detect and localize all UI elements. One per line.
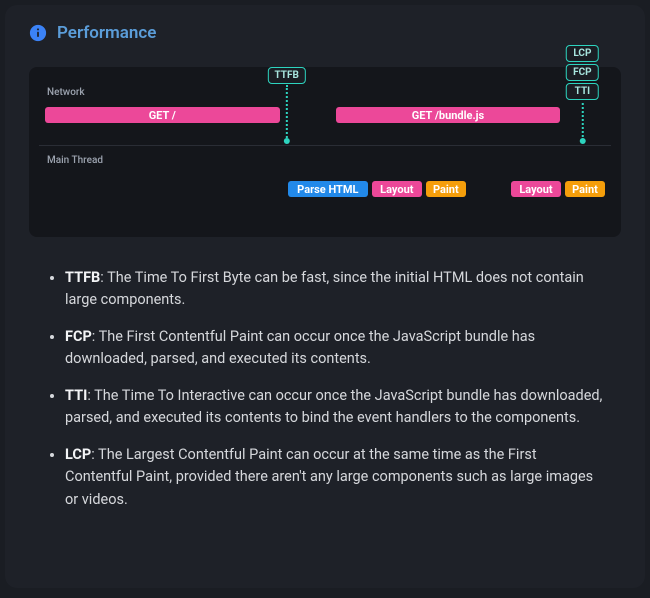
marker-stack: LCP FCP TTI bbox=[566, 45, 598, 102]
row-label-network: Network bbox=[47, 87, 85, 98]
marker-line bbox=[581, 103, 583, 141]
timeline-diagram: TTFB LCP FCP TTI Network GET / GET /bund… bbox=[29, 67, 621, 237]
bar-parse-html: Parse HTML bbox=[288, 181, 368, 197]
marker-label-lcp: LCP bbox=[566, 45, 598, 62]
bar-get-bundle: GET /bundle.js bbox=[336, 107, 559, 123]
metric-text: : The Time To Interactive can occur once… bbox=[65, 387, 602, 426]
marker-label: TTFB bbox=[268, 67, 306, 84]
metric-text: : The Time To First Byte can be fast, si… bbox=[65, 269, 584, 308]
card-header: Performance bbox=[29, 23, 621, 43]
metric-term: TTFB bbox=[65, 269, 100, 286]
metric-term: TTI bbox=[65, 387, 87, 404]
metric-term: LCP bbox=[65, 446, 91, 463]
row-divider bbox=[39, 145, 611, 146]
marker-line bbox=[286, 85, 288, 141]
list-item: TTI: The Time To Interactive can occur o… bbox=[65, 385, 605, 430]
metric-term: FCP bbox=[65, 328, 92, 345]
marker-label-fcp: FCP bbox=[566, 64, 598, 81]
metric-text: : The Largest Contentful Paint can occur… bbox=[65, 446, 593, 508]
bar-layout-2: Layout bbox=[511, 181, 561, 197]
list-item: FCP: The First Contentful Paint can occu… bbox=[65, 326, 605, 371]
marker-ttfb: TTFB bbox=[268, 67, 306, 86]
row-label-main-thread: Main Thread bbox=[47, 155, 103, 166]
performance-card: Performance TTFB LCP FCP TTI Network GET… bbox=[5, 5, 645, 588]
bar-paint-1: Paint bbox=[426, 181, 466, 197]
list-item: LCP: The Largest Contentful Paint can oc… bbox=[65, 444, 605, 511]
marker-dot bbox=[579, 138, 585, 144]
bar-get-root: GET / bbox=[45, 107, 280, 123]
marker-dot bbox=[284, 138, 290, 144]
bar-paint-2: Paint bbox=[565, 181, 605, 197]
list-item: TTFB: The Time To First Byte can be fast… bbox=[65, 267, 605, 312]
info-icon bbox=[29, 24, 47, 42]
marker-label-tti: TTI bbox=[566, 83, 598, 100]
card-title: Performance bbox=[57, 23, 156, 43]
metric-text: : The First Contentful Paint can occur o… bbox=[65, 328, 535, 367]
metrics-list: TTFB: The Time To First Byte can be fast… bbox=[29, 267, 621, 511]
bar-layout-1: Layout bbox=[372, 181, 422, 197]
